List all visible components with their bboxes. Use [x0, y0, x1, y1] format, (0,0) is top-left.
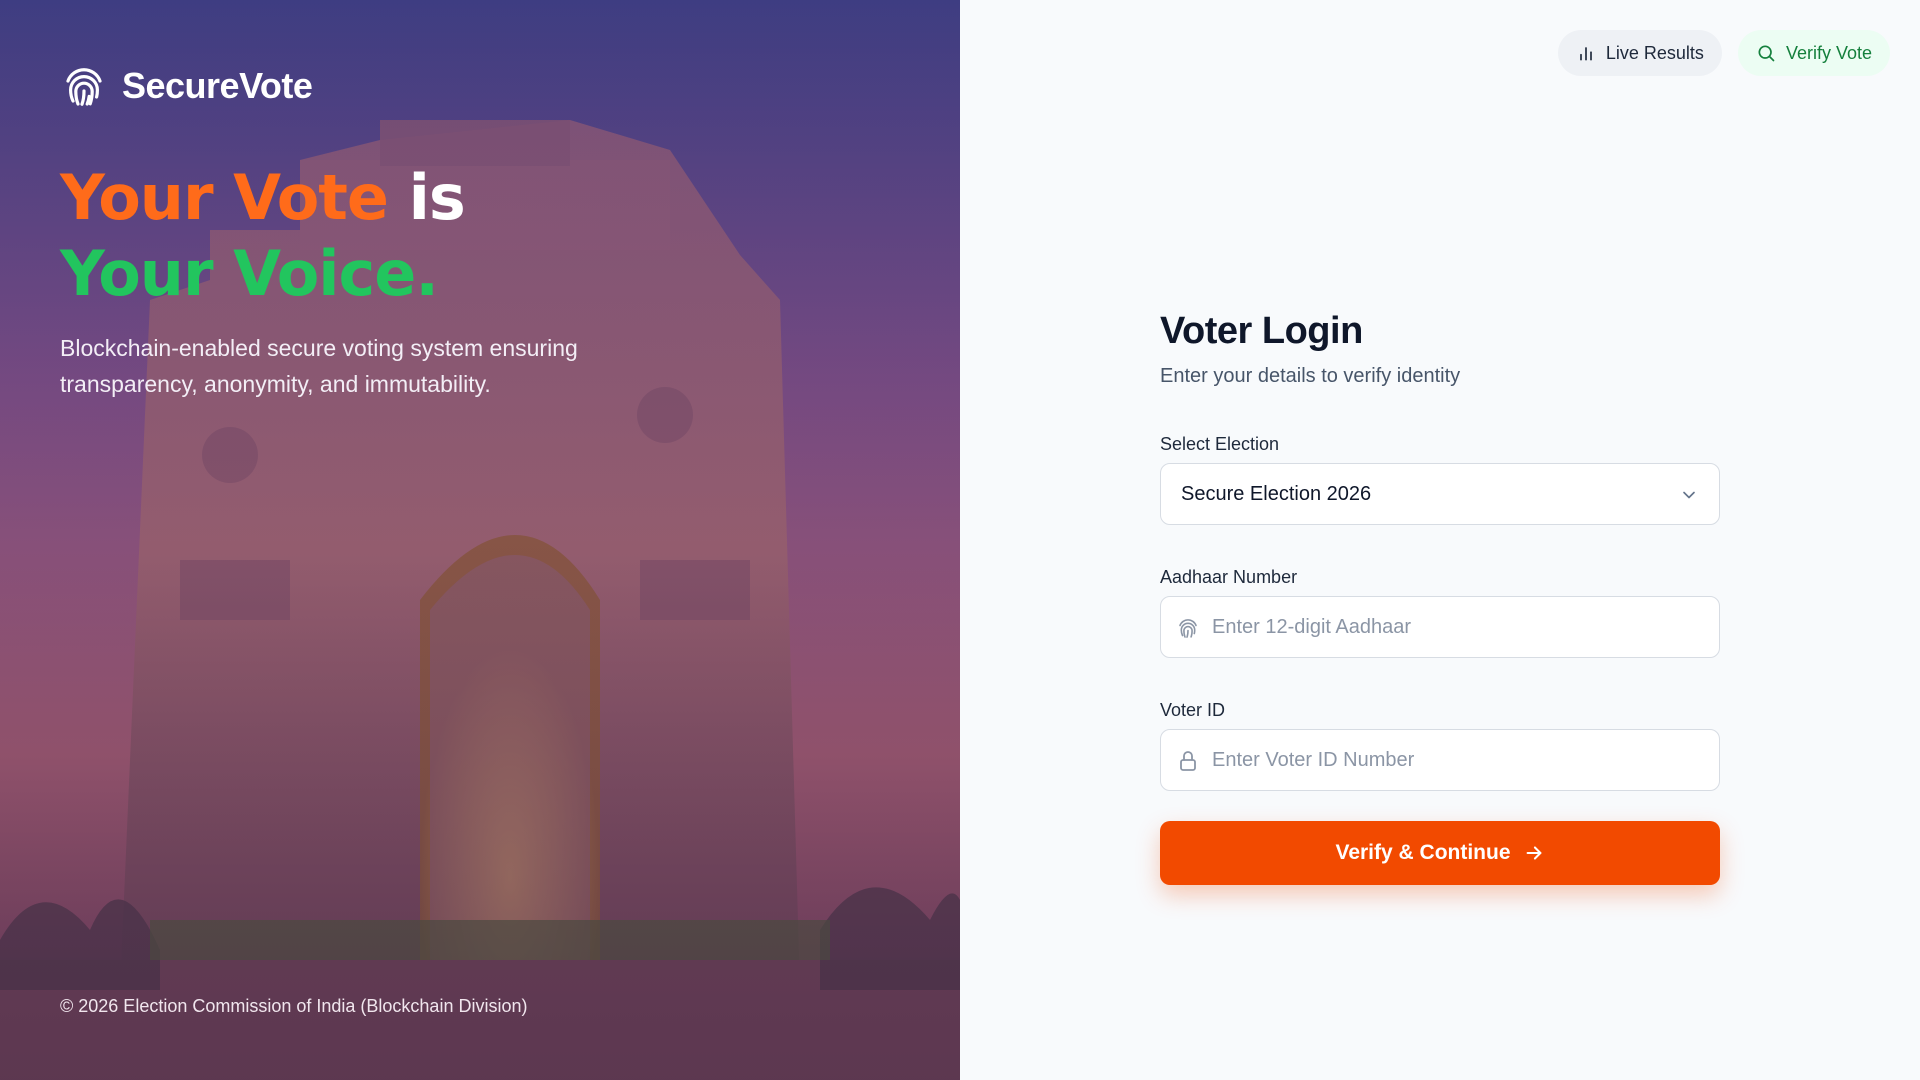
- verify-vote-label: Verify Vote: [1785, 42, 1872, 63]
- live-results-label: Live Results: [1605, 42, 1704, 63]
- search-icon: [1758, 45, 1775, 62]
- headline-is: is: [387, 161, 466, 234]
- headline-your-voice: Your Voice.: [60, 237, 439, 310]
- copyright-text: © 2026 Election Commission of India (Blo…: [60, 996, 528, 1016]
- arrow-right-icon: [1526, 846, 1541, 860]
- hero-tagline: Blockchain-enabled secure voting system …: [60, 335, 578, 397]
- election-selected-value: Secure Election 2026: [1181, 482, 1372, 505]
- verify-vote-button[interactable]: Verify Vote: [1737, 30, 1890, 76]
- login-subtitle: Enter your details to verify identity: [1160, 365, 1461, 387]
- verify-continue-label: Verify & Continue: [1335, 841, 1511, 864]
- brand-name: SecureVote: [122, 65, 313, 106]
- aadhaar-field: Aadhaar Number: [1160, 567, 1720, 658]
- aadhaar-input[interactable]: [1161, 597, 1719, 657]
- hero-panel: SecureVote Your Vote is Your Voice. Bloc…: [0, 0, 960, 1080]
- top-nav: Live Results Verify Vote: [1557, 30, 1890, 76]
- voter-id-input[interactable]: [1161, 730, 1719, 790]
- fingerprint-icon: [1179, 619, 1197, 638]
- fingerprint-icon: [66, 68, 102, 106]
- hero-headline: Your Vote is Your Voice.: [60, 160, 466, 312]
- brand-logo[interactable]: SecureVote: [60, 62, 313, 110]
- election-label: Select Election: [1160, 434, 1280, 454]
- lock-icon: [1180, 751, 1196, 771]
- chevron-down-icon: [1683, 491, 1695, 499]
- login-title: Voter Login: [1160, 310, 1363, 352]
- election-select[interactable]: Secure Election 2026: [1160, 463, 1720, 525]
- voter-id-label: Voter ID: [1160, 700, 1226, 720]
- live-results-button[interactable]: Live Results: [1557, 30, 1722, 76]
- bar-chart-icon: [1580, 47, 1592, 61]
- verify-continue-button[interactable]: Verify & Continue: [1160, 821, 1720, 885]
- voter-login-form: Voter Login Enter your details to verify…: [1160, 310, 1720, 885]
- voter-id-input-wrapper: [1160, 729, 1720, 791]
- aadhaar-input-wrapper: [1160, 596, 1720, 658]
- headline-your-vote: Your Vote: [60, 161, 389, 234]
- aadhaar-label: Aadhaar Number: [1160, 567, 1298, 587]
- voter-id-field: Voter ID: [1160, 700, 1720, 791]
- election-field: Select Election Secure Election 2026: [1160, 434, 1720, 525]
